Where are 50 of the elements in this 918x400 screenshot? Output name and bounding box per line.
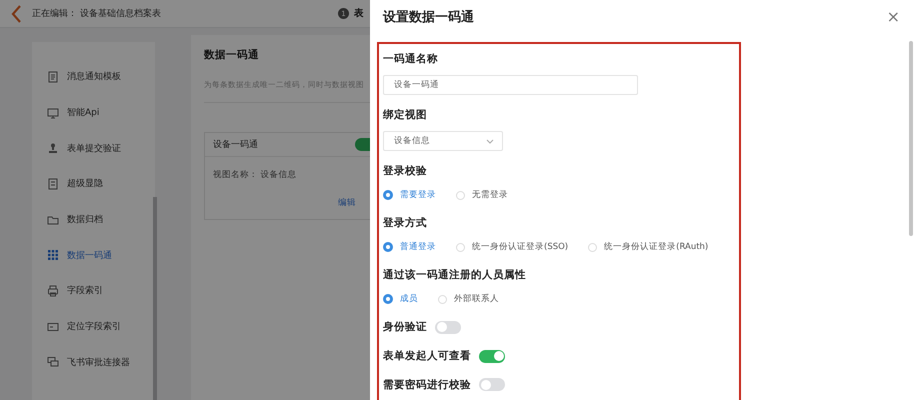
- edit-link[interactable]: 编辑: [338, 197, 356, 209]
- radio-option[interactable]: 统一身份认证登录(RAuth): [588, 241, 708, 253]
- field-label: 登录方式: [383, 216, 428, 231]
- scrollbar[interactable]: [909, 41, 913, 236]
- radio-option[interactable]: 普通登录: [383, 241, 436, 253]
- toggle-switch[interactable]: [479, 350, 505, 362]
- sidebar-item[interactable]: 消息通知模板: [32, 59, 155, 95]
- sidebar-item[interactable]: 数据归档: [32, 202, 155, 238]
- toggle-switch[interactable]: [435, 320, 461, 334]
- sidebar-item[interactable]: 表单提交验证: [32, 130, 155, 166]
- view-name: 设备信息: [260, 170, 297, 180]
- card-icon: [47, 320, 59, 333]
- field-label: 绑定视图: [383, 108, 428, 123]
- radio-option[interactable]: 外部联系人: [438, 293, 499, 305]
- printer-icon: [47, 284, 59, 297]
- sidebar-item[interactable]: 智能Api: [32, 94, 155, 130]
- folder-icon: [47, 214, 59, 226]
- sidebar-item[interactable]: 数据一码通: [32, 237, 155, 274]
- name-input[interactable]: 设备一码通: [383, 75, 638, 95]
- view-select[interactable]: 设备信息: [383, 131, 503, 151]
- field-label: 身份验证: [383, 320, 427, 336]
- step-label: 表: [354, 7, 364, 20]
- radio-option[interactable]: 需要登录: [383, 189, 436, 201]
- back-icon[interactable]: [10, 4, 22, 24]
- sidebar-item[interactable]: 超级显隐: [32, 166, 155, 202]
- sidebar-item[interactable]: 定位字段索引: [32, 308, 155, 344]
- view-label: 视图名称：: [213, 170, 258, 180]
- sidebar-item[interactable]: 字段索引: [32, 273, 155, 309]
- toggle-switch[interactable]: [479, 378, 505, 392]
- chat-icon: [47, 356, 59, 368]
- monitor-icon: [47, 106, 59, 119]
- close-icon[interactable]: ×: [886, 9, 900, 25]
- card-title: 设备一码通: [213, 138, 258, 151]
- section-title: 数据一码通: [204, 48, 259, 62]
- editing-title: 正在编辑： 设备基础信息档案表: [32, 7, 161, 20]
- grid-icon: [47, 249, 59, 262]
- drawer-title: 设置数据一码通: [383, 9, 474, 26]
- stamp-icon: [47, 142, 59, 154]
- field-label: 需要密码进行校验: [383, 378, 471, 393]
- field-label: 表单发起人可查看: [383, 349, 471, 364]
- field-label: 通过该一码通注册的人员属性: [383, 268, 527, 283]
- sidebar-item[interactable]: 飞书审批连接器: [32, 344, 155, 380]
- radio-option[interactable]: 无需登录: [456, 189, 508, 201]
- document-icon: [47, 178, 59, 190]
- field-label: 登录校验: [383, 164, 428, 179]
- document-icon: [47, 70, 59, 83]
- chevron-down-icon: [486, 138, 494, 144]
- radio-option[interactable]: 统一身份认证登录(SSO): [456, 241, 568, 253]
- radio-option[interactable]: 成员: [383, 293, 418, 305]
- field-label: 一码通名称: [383, 52, 439, 67]
